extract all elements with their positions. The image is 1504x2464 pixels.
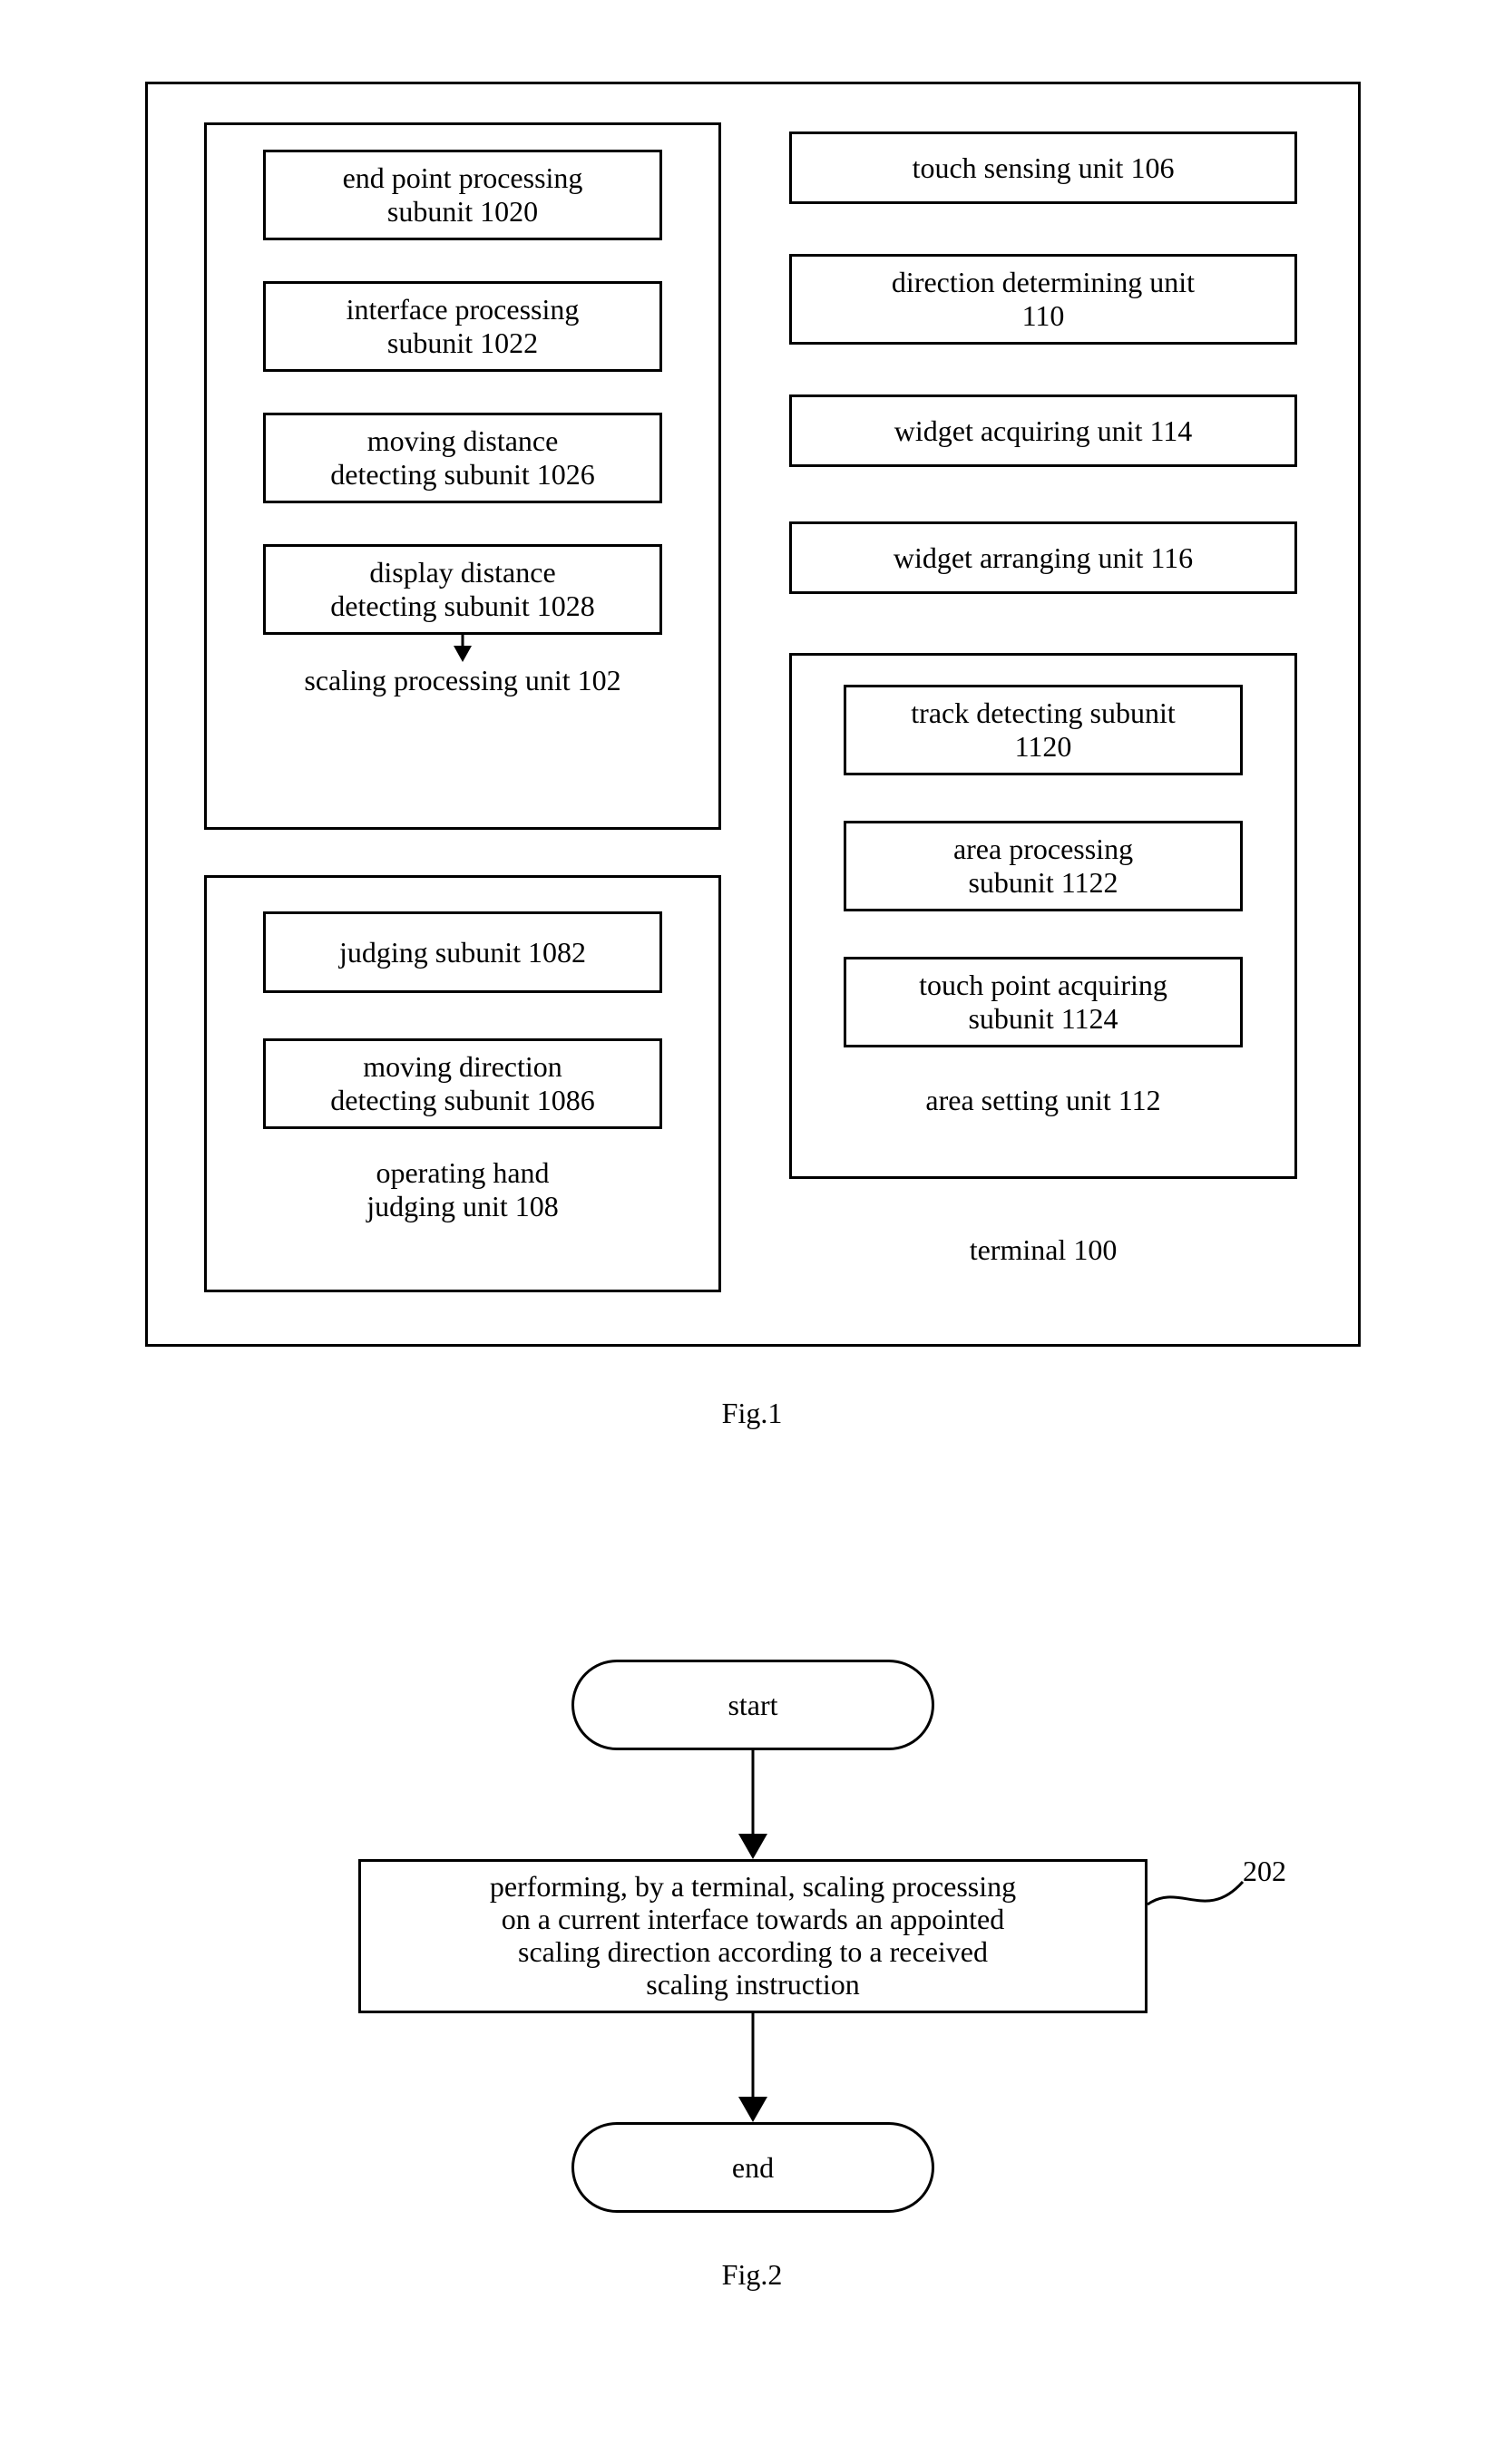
moving-direction-detecting-subunit-box: moving direction detecting subunit 1086 — [263, 1038, 662, 1129]
moving-distance-detecting-subunit-label-l1: moving distance — [367, 424, 559, 458]
area-processing-subunit-label-l2: subunit 1122 — [968, 866, 1118, 900]
flow-step-text-l1: performing, by a terminal, scaling proce… — [490, 1871, 1016, 1904]
flow-step-text-l2: on a current interface towards an appoin… — [502, 1904, 1004, 1936]
flow-step-text-l4: scaling instruction — [646, 1969, 860, 2001]
judging-subunit-label: judging subunit 1082 — [339, 936, 586, 969]
area-processing-subunit-box: area processing subunit 1122 — [844, 821, 1243, 911]
flow-start-label: start — [728, 1689, 777, 1722]
callout-202-label: 202 — [1243, 1855, 1333, 1888]
display-distance-detecting-subunit-box: display distance detecting subunit 1028 — [263, 544, 662, 635]
touch-sensing-unit-box: touch sensing unit 106 — [789, 131, 1297, 204]
touch-point-acquiring-subunit-label-l2: subunit 1124 — [968, 1002, 1118, 1036]
touch-sensing-unit-label: touch sensing unit 106 — [913, 151, 1175, 185]
track-detecting-subunit-label-l1: track detecting subunit — [911, 696, 1175, 730]
flow-end-node: end — [571, 2122, 934, 2213]
interface-processing-subunit-label-l2: subunit 1022 — [387, 326, 538, 360]
terminal-label: terminal 100 — [789, 1233, 1297, 1267]
operating-hand-judging-unit-label: operating hand judging unit 108 — [204, 1156, 721, 1223]
moving-direction-detecting-subunit-label-l2: detecting subunit 1086 — [330, 1084, 595, 1117]
moving-distance-detecting-subunit-label-l2: detecting subunit 1026 — [330, 458, 595, 492]
flow-step-box: performing, by a terminal, scaling proce… — [358, 1859, 1148, 2013]
moving-distance-detecting-subunit-box: moving distance detecting subunit 1026 — [263, 413, 662, 503]
widget-acquiring-unit-box: widget acquiring unit 114 — [789, 394, 1297, 467]
flow-start-node: start — [571, 1660, 934, 1750]
operating-hand-judging-unit-label-l1: operating hand — [376, 1156, 549, 1189]
touch-point-acquiring-subunit-label-l1: touch point acquiring — [919, 969, 1167, 1002]
scaling-processing-unit-label: scaling processing unit 102 — [204, 664, 721, 697]
interface-processing-subunit-box: interface processing subunit 1022 — [263, 281, 662, 372]
direction-determining-unit-label-l2: 110 — [1022, 299, 1065, 333]
widget-arranging-unit-label: widget arranging unit 116 — [894, 541, 1193, 575]
end-point-processing-subunit-label-l1: end point processing — [343, 161, 583, 195]
display-distance-detecting-subunit-label-l1: display distance — [369, 556, 555, 589]
fig1-caption: Fig.1 — [0, 1397, 1504, 1430]
area-setting-unit-label: area setting unit 112 — [789, 1084, 1297, 1117]
judging-subunit-box: judging subunit 1082 — [263, 911, 662, 993]
track-detecting-subunit-label-l2: 1120 — [1015, 730, 1072, 764]
interface-processing-subunit-label-l1: interface processing — [347, 293, 580, 326]
direction-determining-unit-label-l1: direction determining unit — [892, 266, 1195, 299]
direction-determining-unit-box: direction determining unit 110 — [789, 254, 1297, 345]
end-point-processing-subunit-box: end point processing subunit 1020 — [263, 150, 662, 240]
flow-step-text-l3: scaling direction according to a receive… — [518, 1936, 988, 1969]
fig2-caption: Fig.2 — [0, 2258, 1504, 2292]
operating-hand-judging-unit-label-l2: judging unit 108 — [366, 1190, 559, 1222]
widget-acquiring-unit-label: widget acquiring unit 114 — [894, 414, 1193, 448]
moving-direction-detecting-subunit-label-l1: moving direction — [363, 1050, 562, 1084]
track-detecting-subunit-box: track detecting subunit 1120 — [844, 685, 1243, 775]
touch-point-acquiring-subunit-box: touch point acquiring subunit 1124 — [844, 957, 1243, 1047]
display-distance-detecting-subunit-label-l2: detecting subunit 1028 — [330, 589, 595, 623]
end-point-processing-subunit-label-l2: subunit 1020 — [387, 195, 538, 229]
flow-end-label: end — [732, 2151, 774, 2185]
widget-arranging-unit-box: widget arranging unit 116 — [789, 521, 1297, 594]
area-processing-subunit-label-l1: area processing — [953, 833, 1133, 866]
